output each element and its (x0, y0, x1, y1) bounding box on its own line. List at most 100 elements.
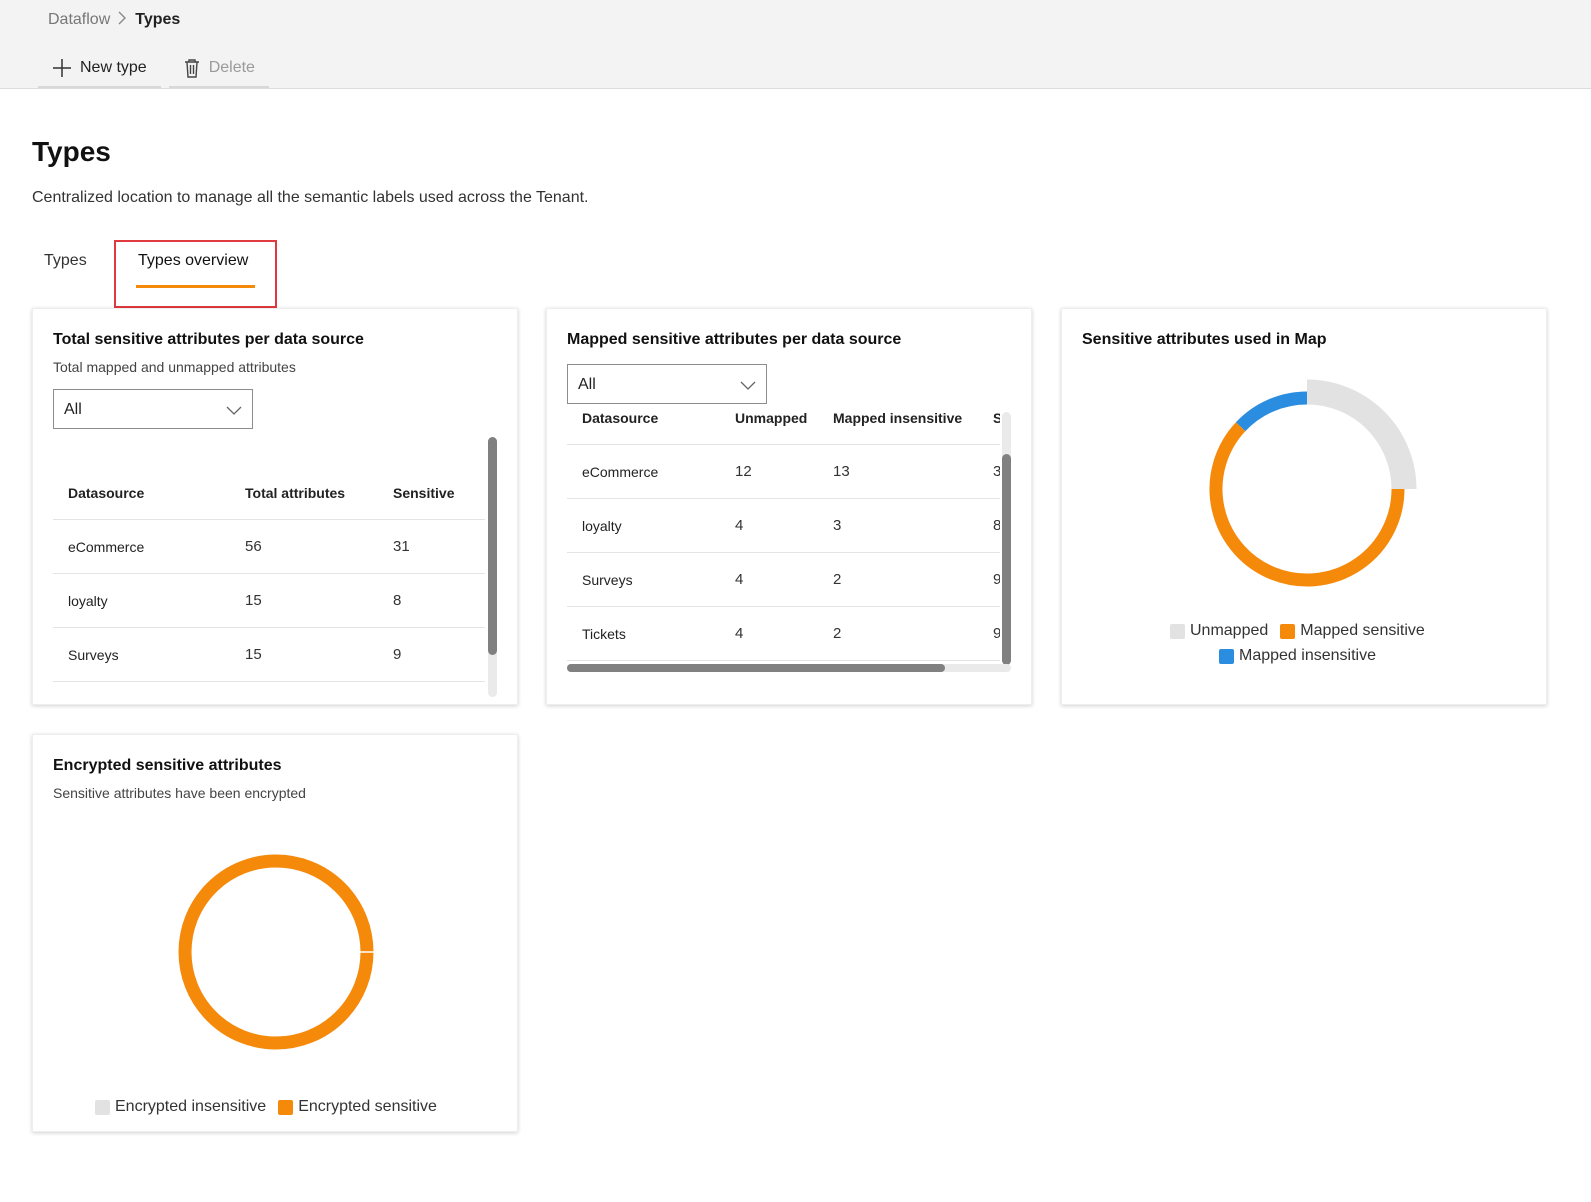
vertical-scrollbar[interactable] (488, 437, 497, 697)
unmapped-cell: 4 (735, 571, 744, 588)
column-header[interactable]: Mapped insensitive (833, 391, 962, 445)
sensitive-cell: 9 (393, 646, 402, 663)
column-header[interactable]: Datasource (582, 391, 658, 445)
legend-swatch (1170, 623, 1185, 639)
sensitive-cell: 3 (993, 463, 1000, 480)
select-value: All (64, 401, 82, 418)
sensitive-cell: 9 (993, 625, 1000, 642)
sensitive-cell: 8 (993, 517, 1000, 534)
column-header[interactable]: Unmapped (735, 391, 807, 445)
legend-swatch (278, 1099, 294, 1115)
top-bar: Dataflow Types New type Delete (0, 0, 1591, 89)
legend-swatch (1280, 623, 1296, 639)
toolbar: New type Delete (38, 50, 269, 88)
mapped-insensitive-cell: 13 (833, 463, 850, 480)
legend-label: Encrypted sensitive (298, 1098, 437, 1115)
total-attributes-table: Datasource Total attributes Sensitive eC… (53, 466, 485, 686)
total-cell: 15 (245, 646, 262, 663)
new-type-button[interactable]: New type (38, 50, 161, 88)
card-subtitle: Sensitive attributes have been encrypted (53, 785, 306, 801)
legend-label: Unmapped (1190, 622, 1269, 639)
datasource-filter-select[interactable]: All (53, 389, 253, 429)
card-title: Total sensitive attributes per data sour… (53, 331, 364, 348)
column-header[interactable]: Total attributes (245, 466, 345, 520)
table-row[interactable]: loyalty 4 3 8 (567, 499, 1000, 553)
table-row[interactable]: eCommerce 56 31 (53, 520, 485, 574)
scrollbar-thumb[interactable] (488, 437, 497, 655)
chevron-right-icon (118, 11, 127, 29)
column-header[interactable]: Sensitive (393, 466, 454, 520)
page-title: Types (32, 136, 111, 167)
donut-slice-mapped-sensitive[interactable] (1209, 422, 1405, 587)
card-title: Sensitive attributes used in Map (1082, 331, 1327, 348)
table-header-row: Datasource Unmapped Mapped insensitive S (567, 391, 1000, 445)
sensitive-cell: 8 (393, 592, 402, 609)
encrypted-donut-chart (178, 854, 374, 1050)
card-title: Mapped sensitive attributes per data sou… (567, 331, 902, 348)
map-legend-row-2: Mapped insensitive (1219, 647, 1388, 665)
datasource-cell: loyalty (68, 593, 108, 609)
horizontal-scrollbar[interactable] (567, 664, 1011, 672)
chevron-down-icon (226, 403, 242, 421)
table-row[interactable]: Surveys 15 9 (53, 628, 485, 682)
table-row[interactable]: loyalty 15 8 (53, 574, 485, 628)
scrollbar-thumb[interactable] (567, 664, 945, 672)
mapped-insensitive-cell: 3 (833, 517, 842, 534)
plus-icon (52, 58, 72, 78)
card-title: Encrypted sensitive attributes (53, 757, 282, 774)
legend-swatch (95, 1099, 110, 1115)
unmapped-cell: 4 (735, 517, 744, 534)
delete-button[interactable]: Delete (168, 50, 269, 88)
legend-item-mapped-sensitive[interactable]: Mapped sensitive (1280, 622, 1425, 640)
encrypted-sensitive-card: Encrypted sensitive attributes Sensitive… (32, 734, 518, 1132)
datasource-cell: Tickets (582, 626, 626, 642)
delete-label: Delete (208, 59, 255, 76)
sensitive-in-map-card: Sensitive attributes used in Map Unmappe… (1061, 308, 1547, 705)
tab-types[interactable]: Types (44, 252, 87, 270)
scrollbar-thumb[interactable] (1002, 454, 1011, 665)
donut-slice-unmapped[interactable] (1306, 379, 1417, 490)
datasource-cell: Surveys (68, 647, 119, 663)
total-sensitive-card: Total sensitive attributes per data sour… (32, 308, 518, 705)
legend-item-encrypted-insensitive[interactable]: Encrypted insensitive (95, 1098, 266, 1116)
donut-slice-encrypted-sensitive[interactable] (178, 854, 374, 1050)
page-description: Centralized location to manage all the s… (32, 189, 589, 206)
card-subtitle: Total mapped and unmapped attributes (53, 359, 296, 375)
breadcrumb: Dataflow Types (48, 11, 180, 29)
datasource-cell: eCommerce (582, 464, 659, 480)
total-cell: 56 (245, 538, 262, 555)
legend-label: Encrypted insensitive (115, 1098, 267, 1115)
table-row[interactable]: Surveys 4 2 9 (567, 553, 1000, 607)
new-type-label: New type (80, 59, 147, 76)
map-legend-row-1: Unmapped Mapped sensitive (1170, 622, 1437, 640)
encrypted-legend: Encrypted insensitive Encrypted sensitiv… (95, 1098, 449, 1116)
datasource-cell: eCommerce (68, 539, 145, 555)
table-header-row: Datasource Total attributes Sensitive (53, 466, 485, 520)
datasource-cell: Surveys (582, 572, 633, 588)
unmapped-cell: 12 (735, 463, 752, 480)
mapped-sensitive-card: Mapped sensitive attributes per data sou… (546, 308, 1032, 705)
legend-item-unmapped[interactable]: Unmapped (1170, 622, 1268, 640)
sensitive-cell: 9 (993, 571, 1000, 588)
map-donut-chart (1209, 379, 1417, 587)
sensitive-cell: 31 (393, 538, 410, 555)
unmapped-cell: 4 (735, 625, 744, 642)
legend-label: Mapped sensitive (1300, 622, 1425, 639)
vertical-scrollbar[interactable] (1002, 412, 1011, 665)
table-row[interactable]: eCommerce 12 13 3 (567, 445, 1000, 499)
total-cell: 15 (245, 592, 262, 609)
breadcrumb-current: Types (135, 11, 181, 28)
column-header[interactable]: S (993, 391, 1000, 445)
trash-icon (183, 58, 201, 78)
column-header[interactable]: Datasource (68, 466, 144, 520)
highlight-annotation (114, 240, 277, 308)
mapped-insensitive-cell: 2 (833, 571, 842, 588)
mapped-attributes-table: Datasource Unmapped Mapped insensitive S… (567, 391, 1000, 663)
legend-label: Mapped insensitive (1239, 647, 1376, 664)
donut-slice-mapped-insensitive[interactable] (1235, 391, 1308, 432)
table-row[interactable]: Tickets 4 2 9 (567, 607, 1000, 661)
legend-item-encrypted-sensitive[interactable]: Encrypted sensitive (278, 1098, 437, 1116)
legend-item-mapped-insensitive[interactable]: Mapped insensitive (1219, 647, 1376, 665)
mapped-insensitive-cell: 2 (833, 625, 842, 642)
breadcrumb-root-link[interactable]: Dataflow (48, 11, 110, 29)
